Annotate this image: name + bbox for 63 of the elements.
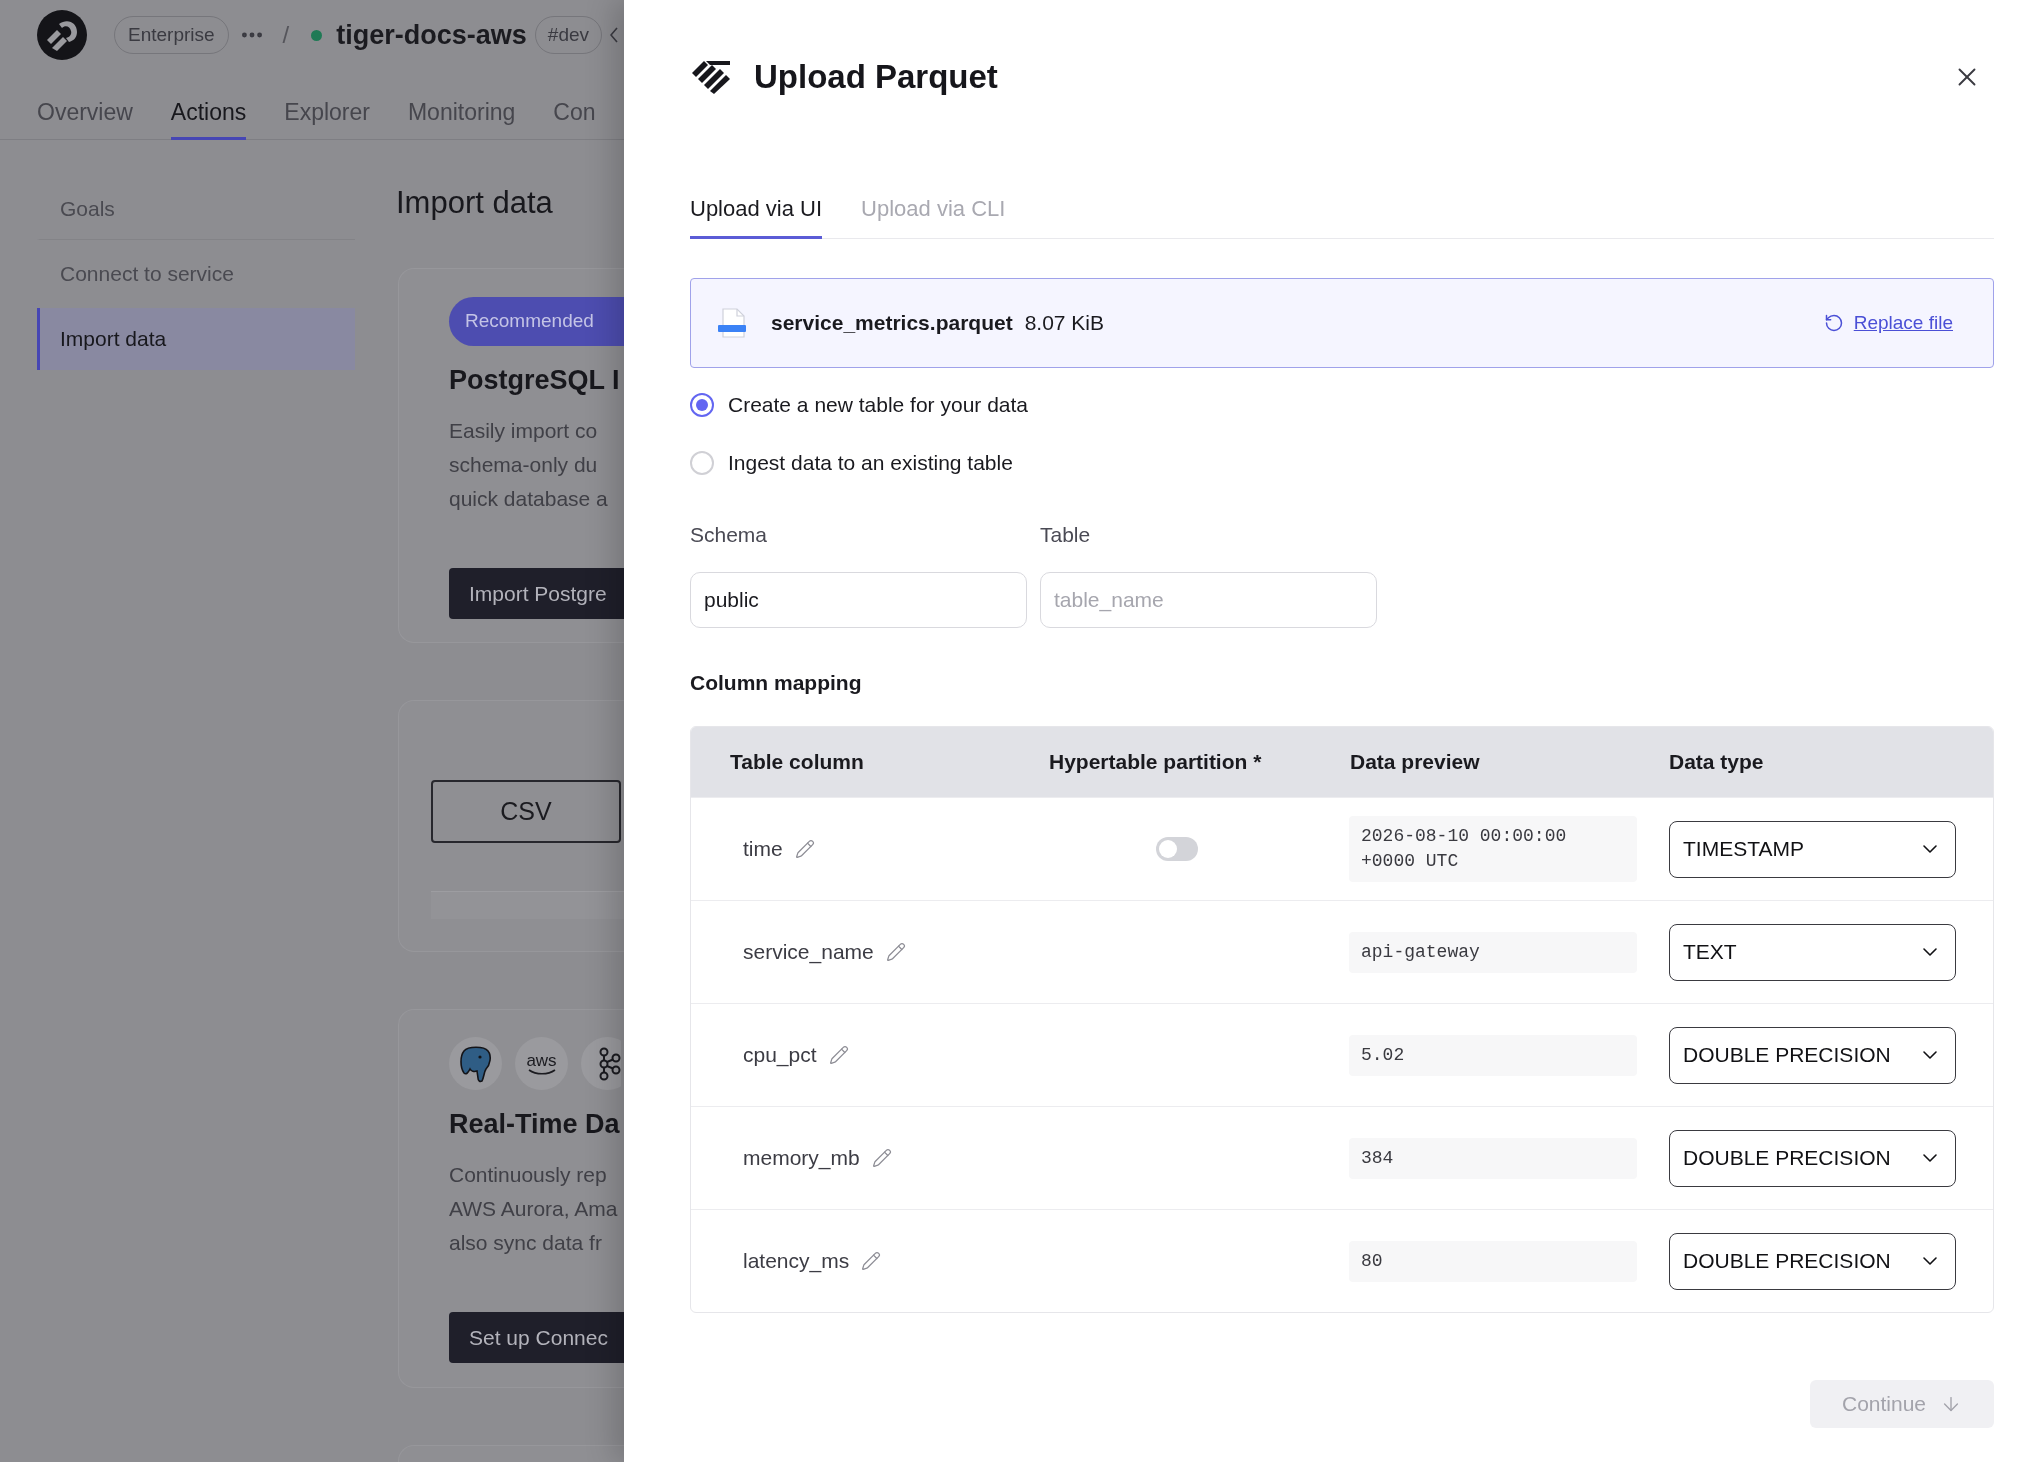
nav-tab[interactable]: Explorer — [284, 94, 370, 140]
breadcrumb-separator: / — [282, 20, 290, 50]
data-preview: 384 — [1349, 1137, 1637, 1179]
pencil-icon[interactable] — [885, 942, 906, 962]
service-name[interactable]: tiger-docs-aws — [336, 14, 527, 56]
csv-button[interactable]: CSV — [431, 780, 621, 843]
column-name: service_name — [743, 939, 874, 966]
column-header: Data preview — [1350, 749, 1480, 776]
data-type-select[interactable]: TEXT — [1669, 923, 1956, 981]
setup-button[interactable]: Set up Connec — [449, 1312, 624, 1363]
data-type-select[interactable]: DOUBLE PRECISION — [1669, 1026, 1956, 1084]
column-header: Data type — [1669, 749, 1764, 776]
nav-tab[interactable]: Actions — [170, 94, 247, 140]
sidebar-item[interactable]: Import data — [37, 308, 355, 370]
elephant-icon — [449, 1037, 502, 1090]
data-type-select[interactable]: DOUBLE PRECISION — [1669, 1232, 1956, 1290]
data-preview: 5.02 — [1349, 1034, 1637, 1076]
radio-option[interactable]: Ingest data to an existing table — [690, 447, 1013, 479]
card-title: PostgreSQL I — [449, 364, 621, 396]
undo-icon — [1823, 313, 1844, 333]
column-header: Hypertable partition * — [1049, 749, 1262, 776]
partition-toggle[interactable] — [1156, 837, 1198, 861]
nav-tab[interactable]: Monitoring — [407, 94, 516, 140]
nav-tab[interactable]: Con — [553, 94, 596, 140]
data-type-select[interactable]: TIMESTAMP — [1669, 820, 1956, 878]
column-name: cpu_pct — [743, 1042, 817, 1069]
recommended-badge: Recommended — [449, 297, 624, 346]
column-name: memory_mb — [743, 1145, 860, 1172]
card-description: Easily import co schema-only du quick database a — [449, 418, 609, 512]
field-label: Table — [1040, 523, 1091, 547]
column-name: latency_ms — [743, 1248, 850, 1275]
striped-logo-icon — [690, 59, 732, 95]
replace-file-link[interactable]: Replace file — [1823, 308, 1953, 338]
nodes-icon — [581, 1037, 621, 1090]
card-description: Continuously rep AWS Aurora, Ama also sync data fr — [449, 1162, 619, 1256]
column-name: time — [743, 836, 783, 863]
text-field[interactable]: public — [690, 572, 1027, 628]
drawer-title: Upload Parquet — [754, 57, 998, 98]
file-size: 8.07 KiB — [1024, 310, 1105, 337]
import-button[interactable]: Import Postgre — [449, 568, 624, 619]
text-field[interactable]: table_name — [1040, 572, 1377, 628]
pencil-icon[interactable] — [871, 1148, 892, 1168]
file-icon — [717, 308, 749, 338]
data-type-select[interactable]: DOUBLE PRECISION — [1669, 1129, 1956, 1187]
data-preview: 2026-08-10 00:00:00 +0000 UTC — [1349, 816, 1637, 882]
radio-option[interactable]: Create a new table for your data — [690, 389, 1028, 421]
chevron-left-icon[interactable] — [610, 27, 619, 43]
pencil-icon[interactable] — [828, 1045, 849, 1065]
nav-tab[interactable]: Overview — [37, 94, 133, 140]
file-name: service_metrics.parquet — [771, 310, 1013, 337]
logo-icon[interactable] — [37, 10, 87, 60]
pencil-icon[interactable] — [861, 1251, 882, 1271]
data-preview: 80 — [1349, 1240, 1637, 1282]
sidebar-item[interactable]: Goals — [37, 178, 355, 240]
wordmark-text: aws — [526, 1051, 557, 1069]
card-title: Real-Time Da — [449, 1108, 621, 1140]
section-title: Column mapping — [690, 671, 862, 695]
column-header: Table column — [730, 749, 864, 776]
page-title: Import data — [396, 185, 554, 221]
pencil-icon[interactable] — [794, 839, 815, 859]
data-preview: api-gateway — [1349, 931, 1637, 973]
upload-tab[interactable]: Upload via UI — [690, 192, 823, 239]
field-label: Schema — [690, 523, 768, 547]
